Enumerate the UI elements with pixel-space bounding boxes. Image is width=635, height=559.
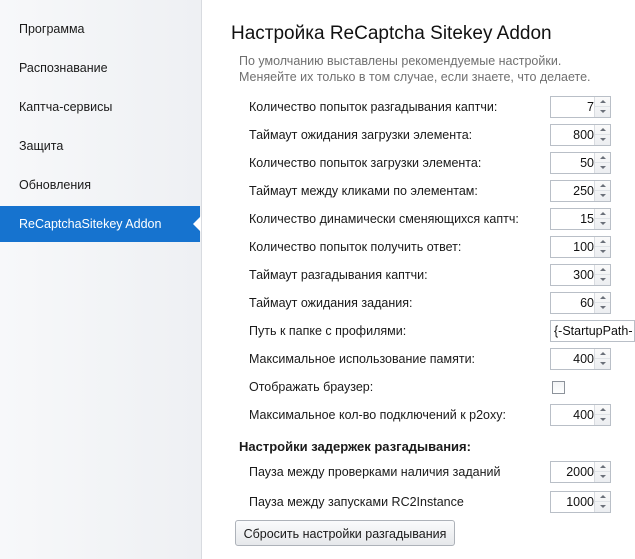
spin-up-icon[interactable] <box>595 237 610 247</box>
hint-line-1: По умолчанию выставлены рекомендуемые на… <box>239 54 562 68</box>
stepper-value[interactable]: 50 <box>551 153 594 173</box>
stepper-buttons <box>594 405 610 425</box>
sidebar-item-label: ReCaptchaSitekey Addon <box>19 217 162 231</box>
spin-up-icon[interactable] <box>595 462 610 472</box>
stepper-value[interactable]: 400 <box>551 405 594 425</box>
spin-down-icon[interactable] <box>595 191 610 201</box>
max-proxy-connections-stepper[interactable]: 400 <box>550 404 611 426</box>
spin-up-icon[interactable] <box>595 97 610 107</box>
sidebar-item-label: Защита <box>19 139 64 153</box>
stepper-value[interactable]: 100 <box>551 237 594 257</box>
spin-down-icon[interactable] <box>595 107 610 117</box>
active-pointer-icon <box>193 216 201 232</box>
setting-label: Количество попыток разгадывания каптчи: <box>249 100 498 114</box>
sidebar-item-recognition[interactable]: Распознавание <box>0 50 200 86</box>
setting-label: Таймаут разгадывания каптчи: <box>249 268 428 282</box>
solve-timeout-stepper[interactable]: 300 <box>550 264 611 286</box>
setting-label: Количество динамически сменяющихся каптч… <box>249 212 519 226</box>
hint-text: По умолчанию выставлены рекомендуемые на… <box>239 53 591 85</box>
spin-down-icon[interactable] <box>595 163 610 173</box>
max-memory-stepper[interactable]: 400 <box>550 348 611 370</box>
setting-label: Количество попыток загрузки элемента: <box>249 156 482 170</box>
task-check-pause-stepper[interactable]: 2000 <box>550 461 611 483</box>
spin-up-icon[interactable] <box>595 265 610 275</box>
stepper-buttons <box>594 237 610 257</box>
stepper-buttons <box>594 209 610 229</box>
element-load-attempts-stepper[interactable]: 50 <box>550 152 611 174</box>
spin-down-icon[interactable] <box>595 472 610 482</box>
sidebar: Программа Распознавание Каптча-сервисы З… <box>0 0 202 559</box>
stepper-value[interactable]: 7 <box>551 97 594 117</box>
setting-label: Таймаут ожидания задания: <box>249 296 413 310</box>
sidebar-item-label: Распознавание <box>19 61 108 75</box>
stepper-value[interactable]: 60 <box>551 293 594 313</box>
sidebar-item-updates[interactable]: Обновления <box>0 167 200 203</box>
stepper-buttons <box>594 293 610 313</box>
setting-label: Путь к папке с профилями: <box>249 324 407 338</box>
setting-label: Максимальное использование памяти: <box>249 352 476 366</box>
page-title: Настройка ReCaptcha Sitekey Addon <box>231 23 552 44</box>
stepper-value[interactable]: 400 <box>551 349 594 369</box>
stepper-buttons <box>594 181 610 201</box>
spin-up-icon[interactable] <box>595 405 610 415</box>
sidebar-item-label: Каптча-сервисы <box>19 100 113 114</box>
delay-section-title: Настройки задержек разгадывания: <box>239 439 471 454</box>
spin-down-icon[interactable] <box>595 219 610 229</box>
setting-label: Количество попыток получить ответ: <box>249 240 462 254</box>
spin-down-icon[interactable] <box>595 247 610 257</box>
element-load-timeout-stepper[interactable]: 800 <box>550 124 611 146</box>
sidebar-item-recaptcha-addon[interactable]: ReCaptchaSitekey Addon <box>0 206 201 242</box>
spin-down-icon[interactable] <box>595 415 610 425</box>
instance-start-pause-stepper[interactable]: 1000 <box>550 491 611 513</box>
spin-down-icon[interactable] <box>595 303 610 313</box>
show-browser-checkbox[interactable] <box>552 381 565 394</box>
stepper-buttons <box>594 153 610 173</box>
spin-up-icon[interactable] <box>595 492 610 502</box>
stepper-buttons <box>594 125 610 145</box>
sidebar-item-protection[interactable]: Защита <box>0 128 200 164</box>
stepper-value[interactable]: 800 <box>551 125 594 145</box>
stepper-value[interactable]: 250 <box>551 181 594 201</box>
stepper-buttons <box>594 265 610 285</box>
stepper-buttons <box>594 462 610 482</box>
spin-up-icon[interactable] <box>595 153 610 163</box>
stepper-value[interactable]: 2000 <box>551 462 594 482</box>
spin-up-icon[interactable] <box>595 349 610 359</box>
setting-label: Таймаут ожидания загрузки элемента: <box>249 128 473 142</box>
setting-label: Пауза между проверками наличия заданий <box>249 465 501 479</box>
profiles-path-input[interactable]: {-StartupPath- <box>550 320 635 342</box>
setting-label: Пауза между запусками RC2Instance <box>249 495 464 509</box>
answer-attempts-stepper[interactable]: 100 <box>550 236 611 258</box>
sidebar-item-label: Обновления <box>19 178 91 192</box>
captcha-attempts-stepper[interactable]: 7 <box>550 96 611 118</box>
stepper-buttons <box>594 97 610 117</box>
sidebar-item-label: Программа <box>19 22 85 36</box>
stepper-value[interactable]: 15 <box>551 209 594 229</box>
spin-up-icon[interactable] <box>595 293 610 303</box>
dynamic-captchas-stepper[interactable]: 15 <box>550 208 611 230</box>
spin-up-icon[interactable] <box>595 125 610 135</box>
stepper-buttons <box>594 349 610 369</box>
spin-up-icon[interactable] <box>595 209 610 219</box>
stepper-value[interactable]: 300 <box>551 265 594 285</box>
sidebar-item-program[interactable]: Программа <box>0 11 200 47</box>
hint-line-2: Меняейте их только в том случае, если зн… <box>239 70 591 84</box>
task-timeout-stepper[interactable]: 60 <box>550 292 611 314</box>
spin-down-icon[interactable] <box>595 359 610 369</box>
reset-settings-button[interactable]: Сбросить настройки разгадывания <box>235 520 455 546</box>
stepper-buttons <box>594 492 610 512</box>
spin-up-icon[interactable] <box>595 181 610 191</box>
click-timeout-stepper[interactable]: 250 <box>550 180 611 202</box>
setting-label: Максимальное кол-во подключений к p2oxy: <box>249 408 506 422</box>
setting-label: Таймаут между кликами по элементам: <box>249 184 478 198</box>
spin-down-icon[interactable] <box>595 135 610 145</box>
spin-down-icon[interactable] <box>595 502 610 512</box>
spin-down-icon[interactable] <box>595 275 610 285</box>
setting-label: Отображать браузер: <box>249 380 374 394</box>
sidebar-item-captcha-services[interactable]: Каптча-сервисы <box>0 89 200 125</box>
settings-panel: Настройка ReCaptcha Sitekey Addon По умо… <box>202 0 635 559</box>
stepper-value[interactable]: 1000 <box>551 492 594 512</box>
